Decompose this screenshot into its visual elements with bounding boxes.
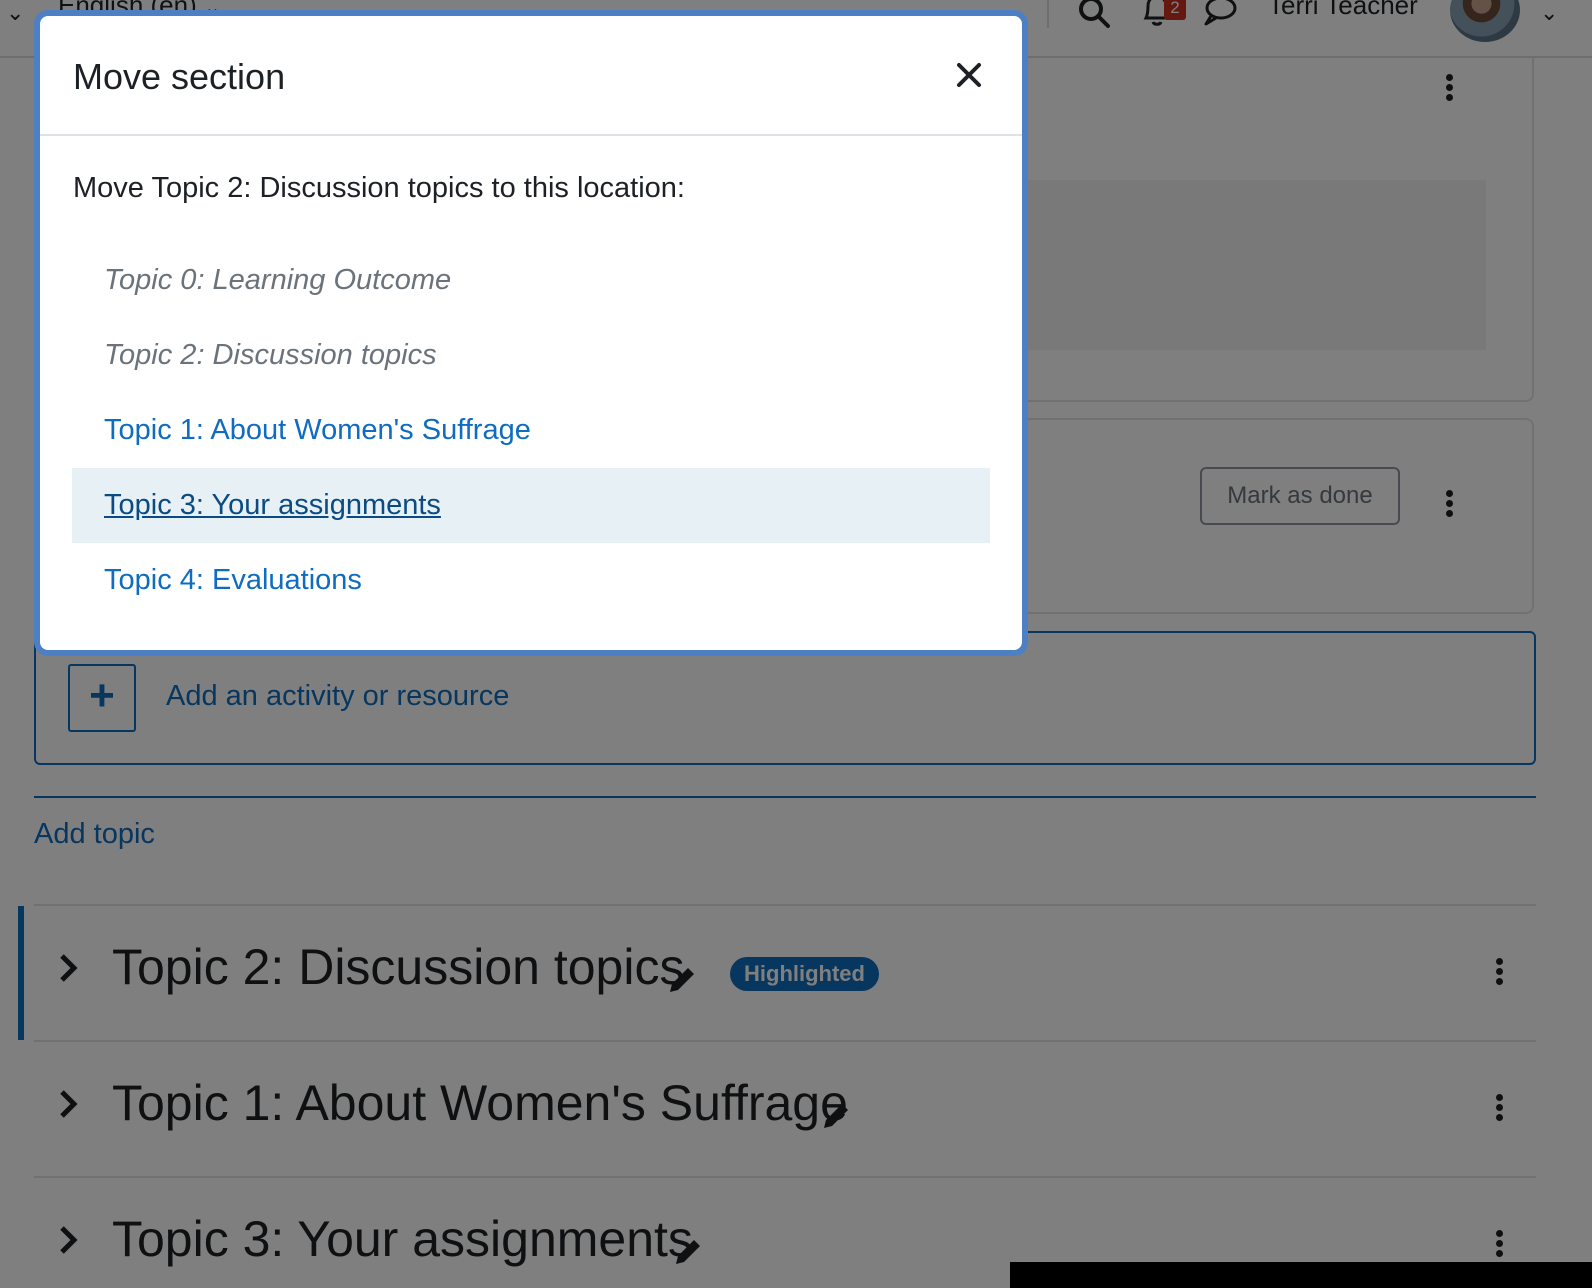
move-section-dialog: Move section Move Topic 2: Discussion to…: [40, 16, 1022, 650]
section-location-list: Topic 0: Learning Outcome Topic 2: Discu…: [72, 243, 990, 618]
location-option: Topic 2: Discussion topics: [104, 339, 437, 371]
location-option[interactable]: Topic 4: Evaluations: [72, 543, 990, 618]
location-option[interactable]: Topic 1: About Women's Suffrage: [72, 393, 990, 468]
modal-header: Move section: [40, 16, 1022, 136]
location-option-selected[interactable]: Topic 3: Your assignments: [72, 468, 990, 543]
modal-title: Move section: [73, 56, 286, 97]
close-icon[interactable]: [952, 58, 986, 92]
move-prompt: Move Topic 2: Discussion topics to this …: [73, 172, 685, 204]
location-option: Topic 0: Learning Outcome: [104, 264, 452, 296]
